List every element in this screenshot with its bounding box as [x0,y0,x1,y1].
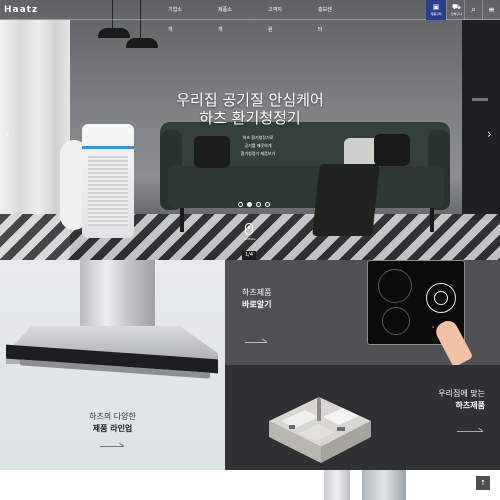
nav-item-products[interactable]: 제품소개 [200,0,250,33]
store-icon: ▣ [432,3,440,11]
pendant-lamp-image [126,38,158,48]
arrow-right-icon [100,446,124,447]
logo[interactable]: Haatz [4,4,38,16]
arrow-right-icon [457,431,483,432]
slide-dot[interactable] [238,202,243,207]
floorplan-image [269,397,371,463]
product-lineup-text: 하츠의 다양한 제품 라인업 [89,412,136,433]
product-info-text: 하츠제품 바로알기 [242,288,272,309]
next-section-preview [0,470,500,500]
product-info-card[interactable]: 하츠제품 바로알기 ▪ ▪ ▪ ▪ [225,260,500,365]
product-lineup-card[interactable]: ● ● ● 하츠의 다양한 제품 라인업 [0,260,225,470]
chevron-right-icon[interactable]: › [487,128,492,140]
refrigerator-image [324,470,350,500]
menu-icon: ≡ [488,5,495,14]
store-button[interactable]: ▣ 제품구매 [426,0,446,20]
arrow-right-icon [245,342,267,343]
menu-button[interactable]: ≡ [482,0,500,20]
hero-title: 우리집 공기질 안심케어 하츠 환기청정기 [176,91,324,127]
hero-banner[interactable]: 우리집 공기질 안심케어 하츠 환기청정기 하츠 환기청정기로 공기를 깨끗하게… [0,0,500,260]
scroll-label: SCROLL [244,237,256,241]
search-icon: ⌕ [471,5,476,14]
scroll-top-button[interactable]: ↑ [476,476,490,490]
cart-button[interactable]: ⛟ 장바구니 [446,0,466,20]
product-recommend-card[interactable]: 우리집에 맞는 하츠제품 [225,365,500,470]
product-recommend-text: 우리집에 맞는 하츠제품 [438,389,485,410]
refrigerator-image [362,470,406,500]
hero-subtext: 하츠 환기청정기로 공기를 깨끗하게 환기청정기 제품보기 [240,135,276,156]
slide-counter: 1/4 [242,251,256,260]
nav-item-company[interactable]: 기업소개 [150,0,200,33]
slide-dots [238,202,270,207]
nav-item-pr[interactable]: 홍보센터 [300,0,350,33]
site-header: Haatz 기업소개 제품소개 고객지원 홍보센터 ▣ 제품구매 ⛟ 장바구니 … [0,0,500,33]
range-hood-image [80,260,155,328]
search-button[interactable]: ⌕ [464,0,482,20]
slide-dot[interactable] [265,202,270,207]
mouse-scroll-icon [245,223,253,235]
pendant-lamp-image [98,28,130,38]
slide-dot[interactable] [256,202,261,207]
slide-dot-active[interactable] [247,202,252,207]
air-purifier-image [82,124,134,238]
main-nav: 기업소개 제품소개 고객지원 홍보센터 [150,0,350,33]
chevron-left-icon[interactable]: ‹ [5,128,10,140]
nav-item-support[interactable]: 고객지원 [250,0,300,33]
